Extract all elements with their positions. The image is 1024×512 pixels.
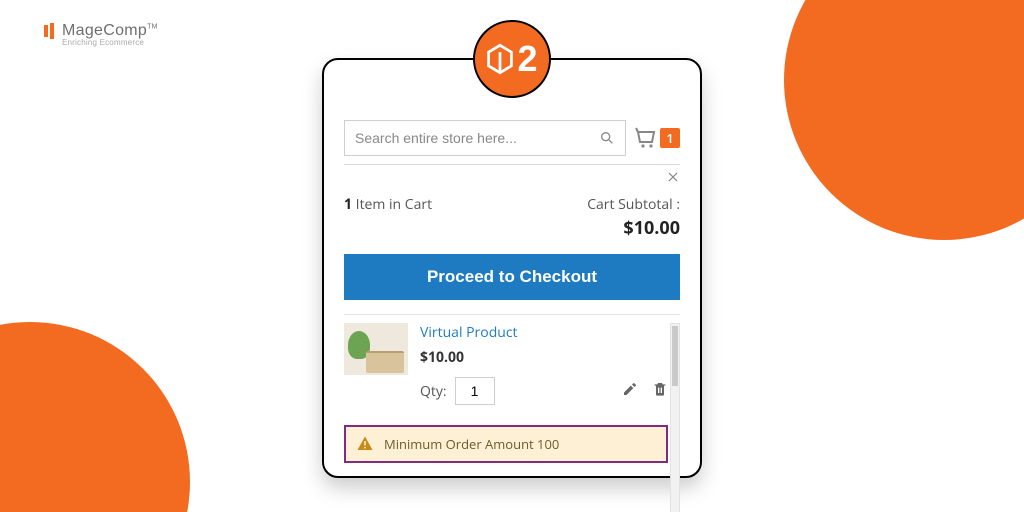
product-name-link[interactable]: Virtual Product [420, 323, 518, 342]
magento-icon [486, 43, 514, 75]
product-price: $10.00 [420, 348, 668, 367]
product-thumbnail[interactable] [344, 323, 408, 375]
pencil-icon [622, 381, 638, 397]
search-field[interactable] [344, 120, 626, 156]
cart-items-count: 1 Item in Cart [344, 195, 432, 214]
search-icon [599, 130, 615, 146]
warning-icon [356, 435, 374, 453]
proceed-to-checkout-button[interactable]: Proceed to Checkout [344, 254, 680, 300]
trash-icon [652, 381, 668, 397]
remove-item-button[interactable] [652, 381, 668, 402]
cart-subtotal-label: Cart Subtotal : [587, 195, 680, 214]
cart-subtotal-amount: $10.00 [587, 216, 680, 240]
close-minicart-button[interactable] [666, 167, 680, 189]
cart-item: Virtual Product $10.00 Qty: [344, 323, 668, 405]
magento-version-text: 2 [517, 38, 537, 80]
magecomp-tagline: Enriching Ecommerce [62, 38, 158, 47]
divider [344, 314, 680, 315]
warning-text: Minimum Order Amount 100 [384, 435, 559, 453]
magecomp-logo: MageCompTM Enriching Ecommerce [44, 22, 158, 47]
minimum-order-warning: Minimum Order Amount 100 [344, 425, 668, 463]
edit-item-button[interactable] [622, 381, 638, 402]
divider [344, 164, 680, 165]
minicart-toggle[interactable]: 1 [634, 120, 680, 156]
decor-circle-top-right [784, 0, 1024, 240]
decor-circle-bottom-left [0, 322, 190, 512]
cart-subtotal: Cart Subtotal : $10.00 [587, 195, 680, 240]
scrollbar-thumb[interactable] [672, 326, 678, 386]
magento2-badge: 2 [473, 20, 551, 98]
minicart-panel: 1 1 Item in Cart Cart Subtotal : $10.00 … [322, 58, 702, 478]
cart-icon [634, 126, 658, 150]
scrollbar[interactable] [670, 323, 680, 512]
qty-input[interactable] [455, 377, 495, 405]
cart-count-badge: 1 [660, 128, 680, 148]
search-input[interactable] [355, 130, 599, 146]
close-icon [666, 170, 680, 184]
magecomp-logo-icon [44, 23, 58, 39]
qty-label: Qty: [420, 382, 447, 401]
